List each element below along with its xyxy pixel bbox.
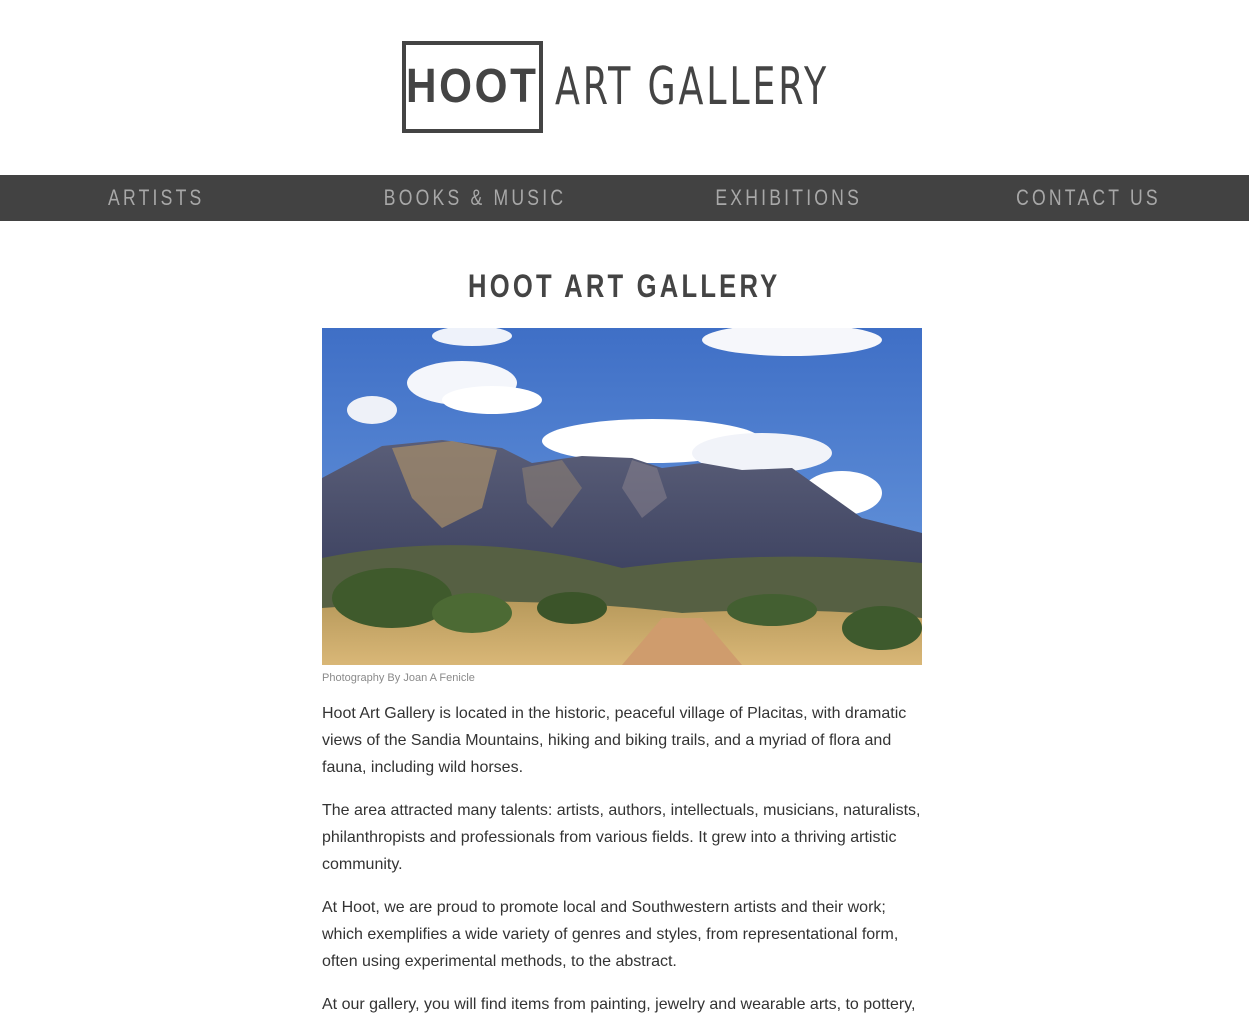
main-nav: ARTISTS BOOKS & MUSIC EXHIBITIONS CONTAC… [0, 175, 1249, 221]
nav-item-artists-label: ARTISTS [108, 185, 205, 210]
image-caption: Photography By Joan A Fenicle [322, 672, 475, 684]
nav-item-artists[interactable]: ARTISTS [96, 175, 208, 221]
main-content: Hoot Art Gallery is located in the histo… [322, 700, 926, 1013]
site-logo[interactable]: HOOT ART GALLERY [402, 41, 842, 133]
artists-paragraph: At Hoot, we are proud to promote local a… [322, 899, 899, 970]
nav-item-exhibitions-label: EXHIBITIONS [715, 185, 863, 210]
nav-item-contact-us-label: CONTACT US [1016, 185, 1161, 210]
nav-item-exhibitions[interactable]: EXHIBITIONS [697, 175, 858, 221]
items-paragraph: At our gallery, you will find items from… [322, 996, 916, 1013]
intro-paragraph: Hoot Art Gallery is located in the histo… [322, 705, 907, 776]
nav-item-books-music-label: BOOKS & MUSIC [383, 185, 567, 210]
page-title: HOOT ART GALLERY [0, 262, 1249, 310]
logo-box-text: HOOT [406, 60, 539, 113]
hero-image [322, 328, 922, 665]
logo-box: HOOT [402, 41, 543, 133]
site-header: HOOT ART GALLERY [0, 0, 1249, 175]
page-title-text: HOOT ART GALLERY [468, 268, 781, 304]
nav-item-contact-us[interactable]: CONTACT US [998, 175, 1158, 221]
community-paragraph: The area attracted many talents: artists… [322, 802, 921, 873]
mountain-landscape-image [322, 328, 922, 665]
logo-text: ART GALLERY [555, 57, 830, 117]
nav-item-books-music[interactable]: BOOKS & MUSIC [361, 175, 563, 221]
